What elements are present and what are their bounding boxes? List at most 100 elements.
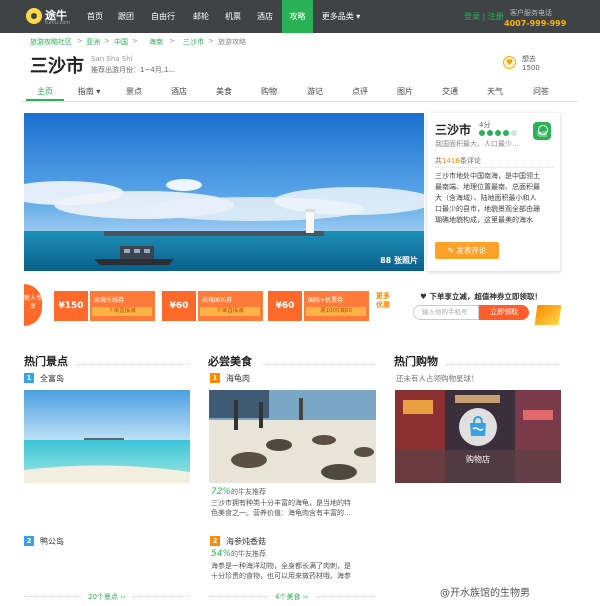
breadcrumb-current: 旅游攻略: [218, 38, 246, 46]
tab-attractions[interactable]: 景点: [115, 83, 153, 101]
new-user-tag: 新人专享: [24, 284, 42, 326]
tab-photos[interactable]: 图片: [386, 83, 424, 101]
phone-number-input[interactable]: 输入你的手机号: [413, 305, 479, 320]
coupon-title: 国际+机票券: [308, 297, 344, 304]
attraction-name[interactable]: 全富岛: [40, 373, 64, 384]
nav-cruise[interactable]: 邮轮: [189, 0, 213, 33]
snippet-line: 海参是一种海洋动物，全身都长满了肉刺，是: [211, 562, 351, 570]
breadcrumb-item[interactable]: 亚洲: [86, 37, 100, 47]
section-divider: [316, 596, 376, 597]
tab-hotels[interactable]: 酒店: [160, 83, 198, 101]
food-photo[interactable]: [209, 390, 376, 483]
nav-hotels[interactable]: 酒店: [253, 0, 277, 33]
shop-bag-icon: [459, 408, 497, 446]
island-beach-image: [24, 390, 190, 483]
tab-weather[interactable]: 天气: [476, 83, 514, 101]
shopping-empty-text: 还未有人占领购物星球！: [396, 374, 479, 383]
breadcrumb-separator: >: [208, 37, 214, 45]
hotline-number: 4007-999-999: [504, 19, 567, 28]
tab-qa[interactable]: 问答: [522, 83, 560, 101]
recommended-months: 推荐出游月份：1~4月,1...: [91, 66, 176, 74]
coupon-body: 出境国长券 下单直接减: [198, 291, 263, 321]
snippet-line: 十分珍贵的食物，也可以用来做药材哦。海参: [211, 572, 351, 580]
food-snippet: 海参是一种海洋动物，全身都长满了肉刺，是 十分珍贵的食物，也可以用来做药材哦。海…: [211, 561, 373, 581]
top-navigation-bar: 途牛 tuniu.com 首页 跟团 自由行 邮轮 机票 酒店 攻略 更多品类 …: [0, 0, 600, 33]
attraction-photo[interactable]: [24, 390, 190, 483]
snippet-line: 三沙市拥有种类十分丰富的海龟，是当地的特: [211, 499, 351, 507]
map-badge-icon[interactable]: 地图: [533, 122, 551, 140]
breadcrumb-separator: >: [132, 37, 138, 45]
rank-badge: 1: [210, 373, 220, 383]
description-line: 三沙市地处中国南海，是中国领土: [435, 172, 540, 180]
breadcrumb-item[interactable]: 三沙市: [183, 37, 204, 47]
write-review-label: 发表评论: [456, 246, 487, 255]
section-divider: [132, 596, 190, 597]
tab-food[interactable]: 美食: [205, 83, 243, 101]
shop-label: 购物店: [466, 455, 490, 464]
card-subtitle: 我国面积最大、人口最少...: [435, 140, 519, 148]
card-destination-name: 三沙市: [435, 123, 472, 137]
all-food-link[interactable]: 4个美食 ››: [275, 592, 308, 602]
review-count: 共1416条评论: [435, 156, 481, 166]
destination-tab-bar: 主页 指南 ▾ 景点 酒店 美食 购物 游记 点评 图片 交通 天气 问答: [22, 83, 578, 102]
attraction-name[interactable]: 鸭公岛: [40, 536, 64, 547]
coupon-signup-tip: ♥ 下单享立减，超值神券立即领取！: [420, 292, 542, 301]
rank-badge: 2: [24, 536, 34, 546]
breadcrumb-separator: >: [77, 37, 83, 45]
recommend-label: 的牛友推荐: [231, 550, 267, 558]
shopping-photo[interactable]: 购物店: [395, 390, 561, 483]
tab-shopping[interactable]: 购物: [250, 83, 288, 101]
snippet-line: 色美食之一。营养价值：海龟肉含有丰富的...: [211, 509, 351, 517]
breadcrumb-item[interactable]: 旅游攻略社区: [30, 37, 72, 47]
shop-bag-glyph: [470, 415, 486, 436]
breadcrumb-item[interactable]: 海南: [149, 37, 163, 47]
food-recommend-rate: 54%的牛友推荐: [211, 549, 266, 559]
nav-guides[interactable]: 攻略: [282, 0, 313, 33]
star-icon: [495, 130, 501, 136]
card-divider: [435, 167, 553, 168]
section-title-shopping: 热门购物: [394, 355, 438, 368]
rank-badge: 1: [24, 373, 34, 383]
tab-guide[interactable]: 指南 ▾: [70, 83, 108, 101]
coupon-title: 出境长线券: [94, 297, 125, 304]
coupon-body: 国际+机票券 满1000减60: [304, 291, 369, 321]
hero-photo[interactable]: 88 张照片: [24, 113, 424, 271]
tuniu-logo[interactable]: 途牛 tuniu.com: [26, 6, 74, 28]
nav-flights[interactable]: 机票: [221, 0, 245, 33]
coupon-international[interactable]: ¥60 出境国长券 下单直接减: [162, 291, 265, 321]
card-score: 4分: [479, 121, 491, 129]
section-divider: [76, 364, 190, 365]
description-line: 口最少的县市，地貌景观全部由珊: [435, 205, 540, 213]
breadcrumb-separator: >: [169, 37, 175, 45]
tab-travelogues[interactable]: 游记: [296, 83, 334, 101]
tab-transport[interactable]: 交通: [431, 83, 469, 101]
coupon-long-haul[interactable]: ¥150 出境长线券 下单直接减: [54, 291, 157, 321]
food-name[interactable]: 海参炖香菇: [226, 536, 266, 547]
login-register-link[interactable]: 登录 | 注册: [464, 0, 504, 33]
star-icon: [487, 130, 493, 136]
card-description: 三沙市地处中国南海，是中国领土 最南端、地理位置最南、总面积最 大（含海域）、陆…: [435, 171, 555, 226]
photo-count[interactable]: 88 张照片: [380, 255, 418, 266]
nav-group-tour[interactable]: 跟团: [114, 0, 138, 33]
tab-home[interactable]: 主页: [26, 83, 64, 101]
tab-reviews[interactable]: 点评: [341, 83, 379, 101]
coupon-flight[interactable]: ¥60 国际+机票券 满1000减60: [268, 291, 371, 321]
page-title: 三沙市: [30, 56, 84, 77]
want-to-go-label[interactable]: 想去: [522, 54, 536, 64]
breadcrumb-separator: >: [104, 37, 110, 45]
nav-more-categories[interactable]: 更多品类 ▾: [318, 0, 364, 33]
all-attractions-link[interactable]: 20个景点 ››: [88, 592, 126, 602]
food-name[interactable]: 海龟肉: [226, 373, 250, 384]
heart-icon[interactable]: ♥: [503, 56, 516, 69]
nav-independent-travel[interactable]: 自由行: [147, 0, 179, 33]
claim-coupon-button[interactable]: 立即领取: [479, 305, 529, 320]
description-line: 大（含海域）、陆地面积最小和人: [435, 194, 537, 202]
destination-info-card: 三沙市 4分 地图 我国面积最大、人口最少... 共1416条评论 三沙市地处中…: [427, 113, 560, 271]
breadcrumb-item[interactable]: 中国: [114, 37, 128, 47]
star-rating: [479, 130, 519, 136]
destination-pinyin: San Sha Shi: [91, 55, 133, 63]
more-coupons-link[interactable]: 更多优惠: [376, 292, 390, 310]
star-icon: [503, 130, 509, 136]
nav-home[interactable]: 首页: [83, 0, 107, 33]
write-review-button[interactable]: ✎ 发表评论: [435, 242, 499, 259]
